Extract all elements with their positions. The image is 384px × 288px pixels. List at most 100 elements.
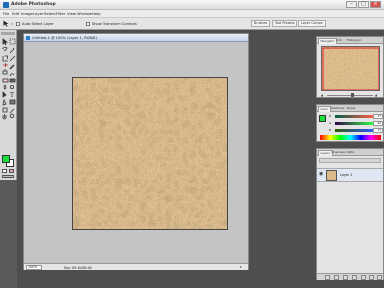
layer-mask-icon[interactable] — [343, 275, 348, 280]
adjustment-layer-icon[interactable] — [352, 275, 357, 280]
document-title-bar[interactable]: Untitled-1 @ 100% (Layer 1, RGB/8) — [24, 34, 248, 42]
path-selection-tool-icon — [2, 91, 7, 98]
menu-window[interactable]: Window — [77, 11, 92, 16]
color-tabs: Color Swatches Styles — [317, 105, 383, 112]
layer-name[interactable]: Layer 1 — [340, 173, 352, 177]
auto-select-checkbox[interactable] — [16, 22, 20, 26]
lasso-tool-icon — [2, 46, 8, 51]
new-group-icon[interactable] — [361, 275, 366, 280]
quick-mask-icon[interactable] — [9, 169, 14, 173]
layer-row[interactable]: ◉ Layer 1 — [317, 168, 383, 182]
color-panel: Color Swatches Styles R 47 G 92 B 71 — [316, 104, 384, 142]
eyedropper-tool-icon — [9, 108, 15, 114]
canvas[interactable] — [72, 77, 228, 230]
navigator-panel: Navigator Info Histogram ▲ ▲ — [316, 36, 384, 98]
menu-image[interactable]: Image — [21, 11, 33, 16]
document-size-info: Doc: 89.4K/89.4K — [64, 265, 92, 270]
menu-help[interactable]: Help — [92, 11, 101, 16]
crop-tool-icon — [2, 55, 8, 62]
menu-select[interactable]: Select — [44, 11, 56, 16]
pen-tool-icon — [2, 98, 7, 106]
sand-texture-image — [73, 78, 227, 229]
tab-brushes[interactable]: Brushes — [251, 20, 271, 27]
layer-visibility-eye-icon[interactable]: ◉ — [319, 172, 323, 177]
tab-layer-comps[interactable]: Layer Comps — [298, 20, 326, 27]
brush-tool-icon — [9, 64, 15, 70]
zoom-tool-icon — [9, 113, 15, 119]
dodge-tool-icon — [9, 85, 14, 90]
move-tool-icon — [2, 38, 9, 46]
trash-icon[interactable] — [377, 275, 382, 280]
slider-b-value[interactable]: 71 — [373, 128, 383, 133]
show-transform-checkbox[interactable] — [86, 22, 90, 26]
layer-style-icon[interactable] — [334, 275, 339, 280]
foreground-color-swatch[interactable] — [2, 155, 10, 163]
navigator-preview[interactable] — [321, 46, 380, 91]
layers-footer — [317, 273, 383, 280]
link-layers-icon[interactable] — [325, 275, 330, 280]
status-menu-arrow-icon[interactable]: ▸ — [240, 265, 242, 269]
eraser-tool-icon — [2, 78, 9, 83]
document-icon — [26, 36, 30, 40]
navigator-zoom-slider[interactable]: ▲ ▲ — [321, 93, 380, 97]
tab-histogram[interactable]: Histogram — [345, 38, 363, 44]
layers-tabs: Layers Channels Paths — [317, 149, 383, 156]
tab-styles[interactable]: Styles — [345, 106, 357, 112]
standard-mode-icon[interactable] — [2, 169, 7, 173]
move-tool-icon[interactable] — [3, 20, 10, 27]
app-title: Adobe Photoshop — [11, 2, 56, 7]
document-title: Untitled-1 @ 100% (Layer 1, RGB/8) — [32, 35, 97, 40]
title-bar: Adobe Photoshop – □ × — [0, 0, 384, 10]
menu-edit[interactable]: Edit — [12, 11, 19, 16]
slider-r-value[interactable]: 47 — [373, 114, 383, 119]
magic-wand-tool-icon — [9, 47, 15, 54]
layer-thumbnail — [326, 170, 337, 181]
menu-file[interactable]: File — [3, 11, 9, 16]
toolbox: T — [0, 30, 17, 180]
slider-b[interactable]: B 71 — [329, 128, 383, 133]
clone-stamp-tool-icon — [2, 69, 8, 75]
tab-channels[interactable]: Channels — [330, 150, 346, 156]
type-tool-icon: T — [10, 92, 14, 99]
layer-thumbnail-image — [327, 171, 336, 180]
slider-g-track[interactable] — [335, 122, 373, 125]
close-button[interactable]: × — [370, 1, 381, 8]
tab-paths[interactable]: Paths — [345, 150, 356, 156]
tab-tool-presets[interactable]: Tool Presets — [272, 20, 298, 27]
tab-swatches[interactable]: Swatches — [329, 106, 346, 112]
auto-select-label: Auto Select Layer — [22, 22, 54, 26]
slider-r[interactable]: R 47 — [329, 114, 383, 119]
tab-info[interactable]: Info — [335, 38, 343, 44]
slider-g[interactable]: G 92 — [329, 121, 383, 126]
navigator-thumbnail-image — [322, 47, 379, 90]
document-window: Untitled-1 @ 100% (Layer 1, RGB/8) 100% … — [23, 33, 249, 270]
document-status-bar: 100% Doc: 89.4K/89.4K ▸ — [24, 263, 248, 270]
color-ramp[interactable] — [320, 135, 381, 140]
slider-r-track[interactable] — [335, 115, 373, 118]
maximize-button[interactable]: □ — [358, 1, 369, 8]
menu-layer[interactable]: Layer — [33, 11, 44, 16]
healing-brush-tool-icon — [3, 63, 8, 67]
gradient-tool-icon — [9, 78, 16, 83]
color-panel-foreground-swatch[interactable] — [319, 115, 326, 122]
history-brush-tool-icon — [9, 73, 15, 77]
slider-b-track[interactable] — [335, 129, 373, 132]
blur-tool-icon — [3, 84, 7, 90]
show-transform-label: Show Transform Controls — [92, 22, 137, 26]
slider-g-label: G — [329, 121, 332, 125]
blend-mode-row[interactable] — [319, 158, 381, 163]
slider-g-value[interactable]: 92 — [373, 121, 383, 126]
minimize-button[interactable]: – — [346, 1, 357, 8]
zoom-level-field[interactable]: 100% — [26, 265, 42, 270]
slider-r-label: R — [329, 114, 332, 118]
menu-view[interactable]: View — [67, 11, 76, 16]
menu-filter[interactable]: Filter — [56, 11, 65, 16]
tool-preset-chevron-icon[interactable]: ▾ — [11, 22, 13, 26]
new-layer-icon[interactable] — [369, 275, 374, 280]
navigator-zoom-handle[interactable] — [351, 93, 354, 97]
toolbox-grip[interactable] — [1, 32, 15, 35]
hand-tool-icon — [2, 114, 7, 120]
shape-tool-icon — [9, 99, 16, 105]
slice-tool-icon — [9, 55, 16, 62]
screen-mode-icon[interactable] — [2, 175, 14, 178]
